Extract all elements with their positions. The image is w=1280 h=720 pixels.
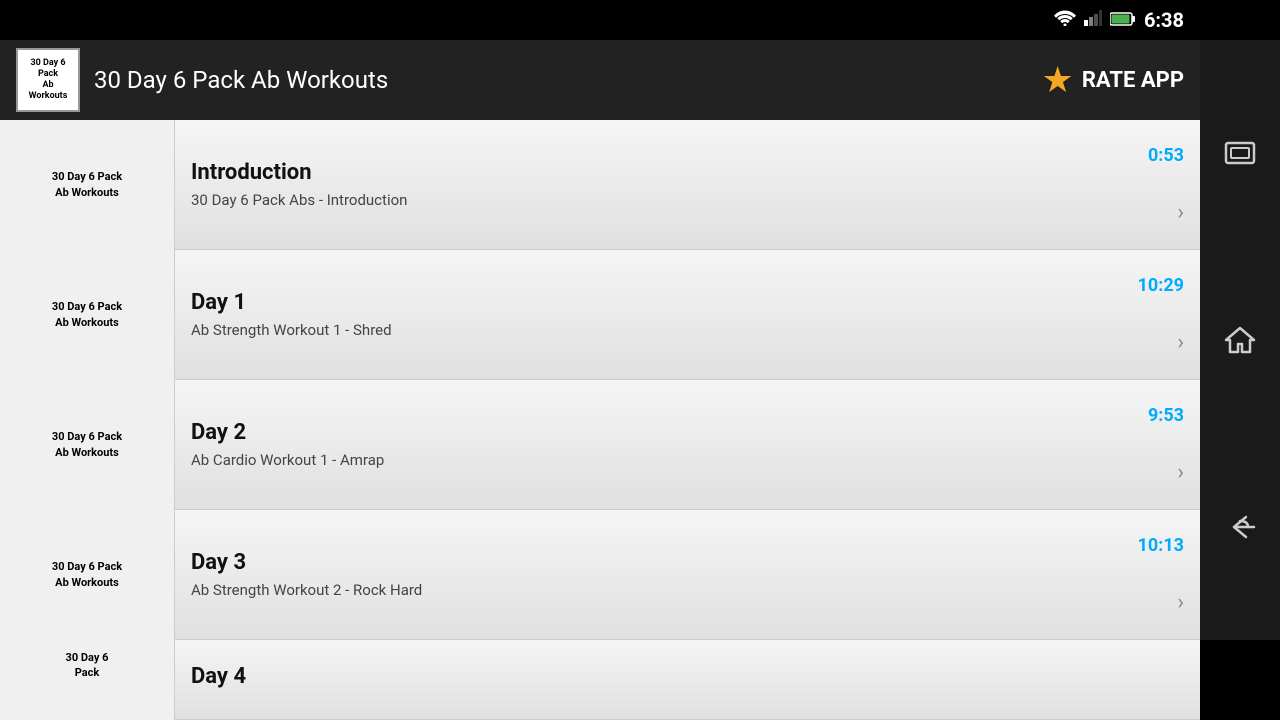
star-icon: ★ [1042, 59, 1074, 101]
list-item[interactable]: 30 Day 6 Pack Ab Workouts Day 1 Ab Stren… [0, 250, 1200, 380]
workout-right: 10:13 › [1138, 535, 1184, 615]
workout-thumbnail: 30 Day 6 Pack [0, 640, 175, 720]
status-bar: 6:38 [0, 0, 1200, 40]
header-left: 30 Day 6 Pack Ab Workouts 30 Day 6 Pack … [16, 48, 388, 112]
workout-right: 10:29 › [1138, 275, 1184, 355]
workout-title: Day 1 [191, 290, 1122, 315]
workout-info: Day 1 Ab Strength Workout 1 - Shred [175, 278, 1138, 351]
workout-info: Day 3 Ab Strength Workout 2 - Rock Hard [175, 538, 1138, 611]
workout-duration: 10:13 [1138, 535, 1184, 556]
list-item[interactable]: 30 Day 6 Pack Ab Workouts Day 3 Ab Stren… [0, 510, 1200, 640]
back-button[interactable] [1218, 505, 1262, 549]
workout-thumbnail: 30 Day 6 Pack Ab Workouts [0, 250, 175, 380]
chevron-right-icon: › [1177, 330, 1184, 355]
workout-right: 9:53 › [1148, 405, 1184, 485]
chevron-right-icon: › [1177, 200, 1184, 225]
recent-apps-button[interactable] [1218, 131, 1262, 175]
workout-title: Introduction [191, 160, 1132, 185]
workout-duration: 9:53 [1148, 405, 1184, 426]
main-area: 30 Day 6 Pack Ab Workouts 30 Day 6 Pack … [0, 40, 1280, 720]
workout-duration: 10:29 [1138, 275, 1184, 296]
workout-info: Day 2 Ab Cardio Workout 1 - Amrap [175, 408, 1148, 481]
app-header: 30 Day 6 Pack Ab Workouts 30 Day 6 Pack … [0, 40, 1200, 120]
nav-bar [1200, 40, 1280, 640]
rate-app-button[interactable]: ★ RATE APP [1042, 59, 1184, 101]
workout-subtitle: Ab Strength Workout 1 - Shred [191, 321, 1122, 339]
list-item[interactable]: 30 Day 6 Pack Day 4 [0, 640, 1200, 720]
workout-thumbnail: 30 Day 6 Pack Ab Workouts [0, 380, 175, 510]
signal-icon [1084, 10, 1102, 30]
workout-info: Introduction 30 Day 6 Pack Abs - Introdu… [175, 148, 1148, 221]
workout-subtitle: Ab Strength Workout 2 - Rock Hard [191, 581, 1122, 599]
status-time: 6:38 [1144, 8, 1184, 32]
app-title: 30 Day 6 Pack Ab Workouts [94, 66, 388, 94]
workout-info: Day 4 [175, 652, 1184, 707]
workout-thumbnail: 30 Day 6 Pack Ab Workouts [0, 120, 175, 250]
battery-icon [1110, 11, 1136, 30]
app-icon: 30 Day 6 Pack Ab Workouts [16, 48, 80, 112]
workout-title: Day 4 [191, 664, 1168, 689]
wifi-icon [1054, 10, 1076, 30]
workout-duration: 0:53 [1148, 145, 1184, 166]
workout-list: 30 Day 6 Pack Ab Workouts Introduction 3… [0, 120, 1200, 720]
rate-app-label: RATE APP [1082, 68, 1184, 93]
workout-thumbnail: 30 Day 6 Pack Ab Workouts [0, 510, 175, 640]
chevron-right-icon: › [1177, 460, 1184, 485]
workout-right: 0:53 › [1148, 145, 1184, 225]
workout-subtitle: Ab Cardio Workout 1 - Amrap [191, 451, 1132, 469]
chevron-right-icon: › [1177, 590, 1184, 615]
list-item[interactable]: 30 Day 6 Pack Ab Workouts Day 2 Ab Cardi… [0, 380, 1200, 510]
home-button[interactable] [1218, 318, 1262, 362]
list-item[interactable]: 30 Day 6 Pack Ab Workouts Introduction 3… [0, 120, 1200, 250]
workout-subtitle: 30 Day 6 Pack Abs - Introduction [191, 191, 1132, 209]
workout-title: Day 2 [191, 420, 1132, 445]
workout-title: Day 3 [191, 550, 1122, 575]
